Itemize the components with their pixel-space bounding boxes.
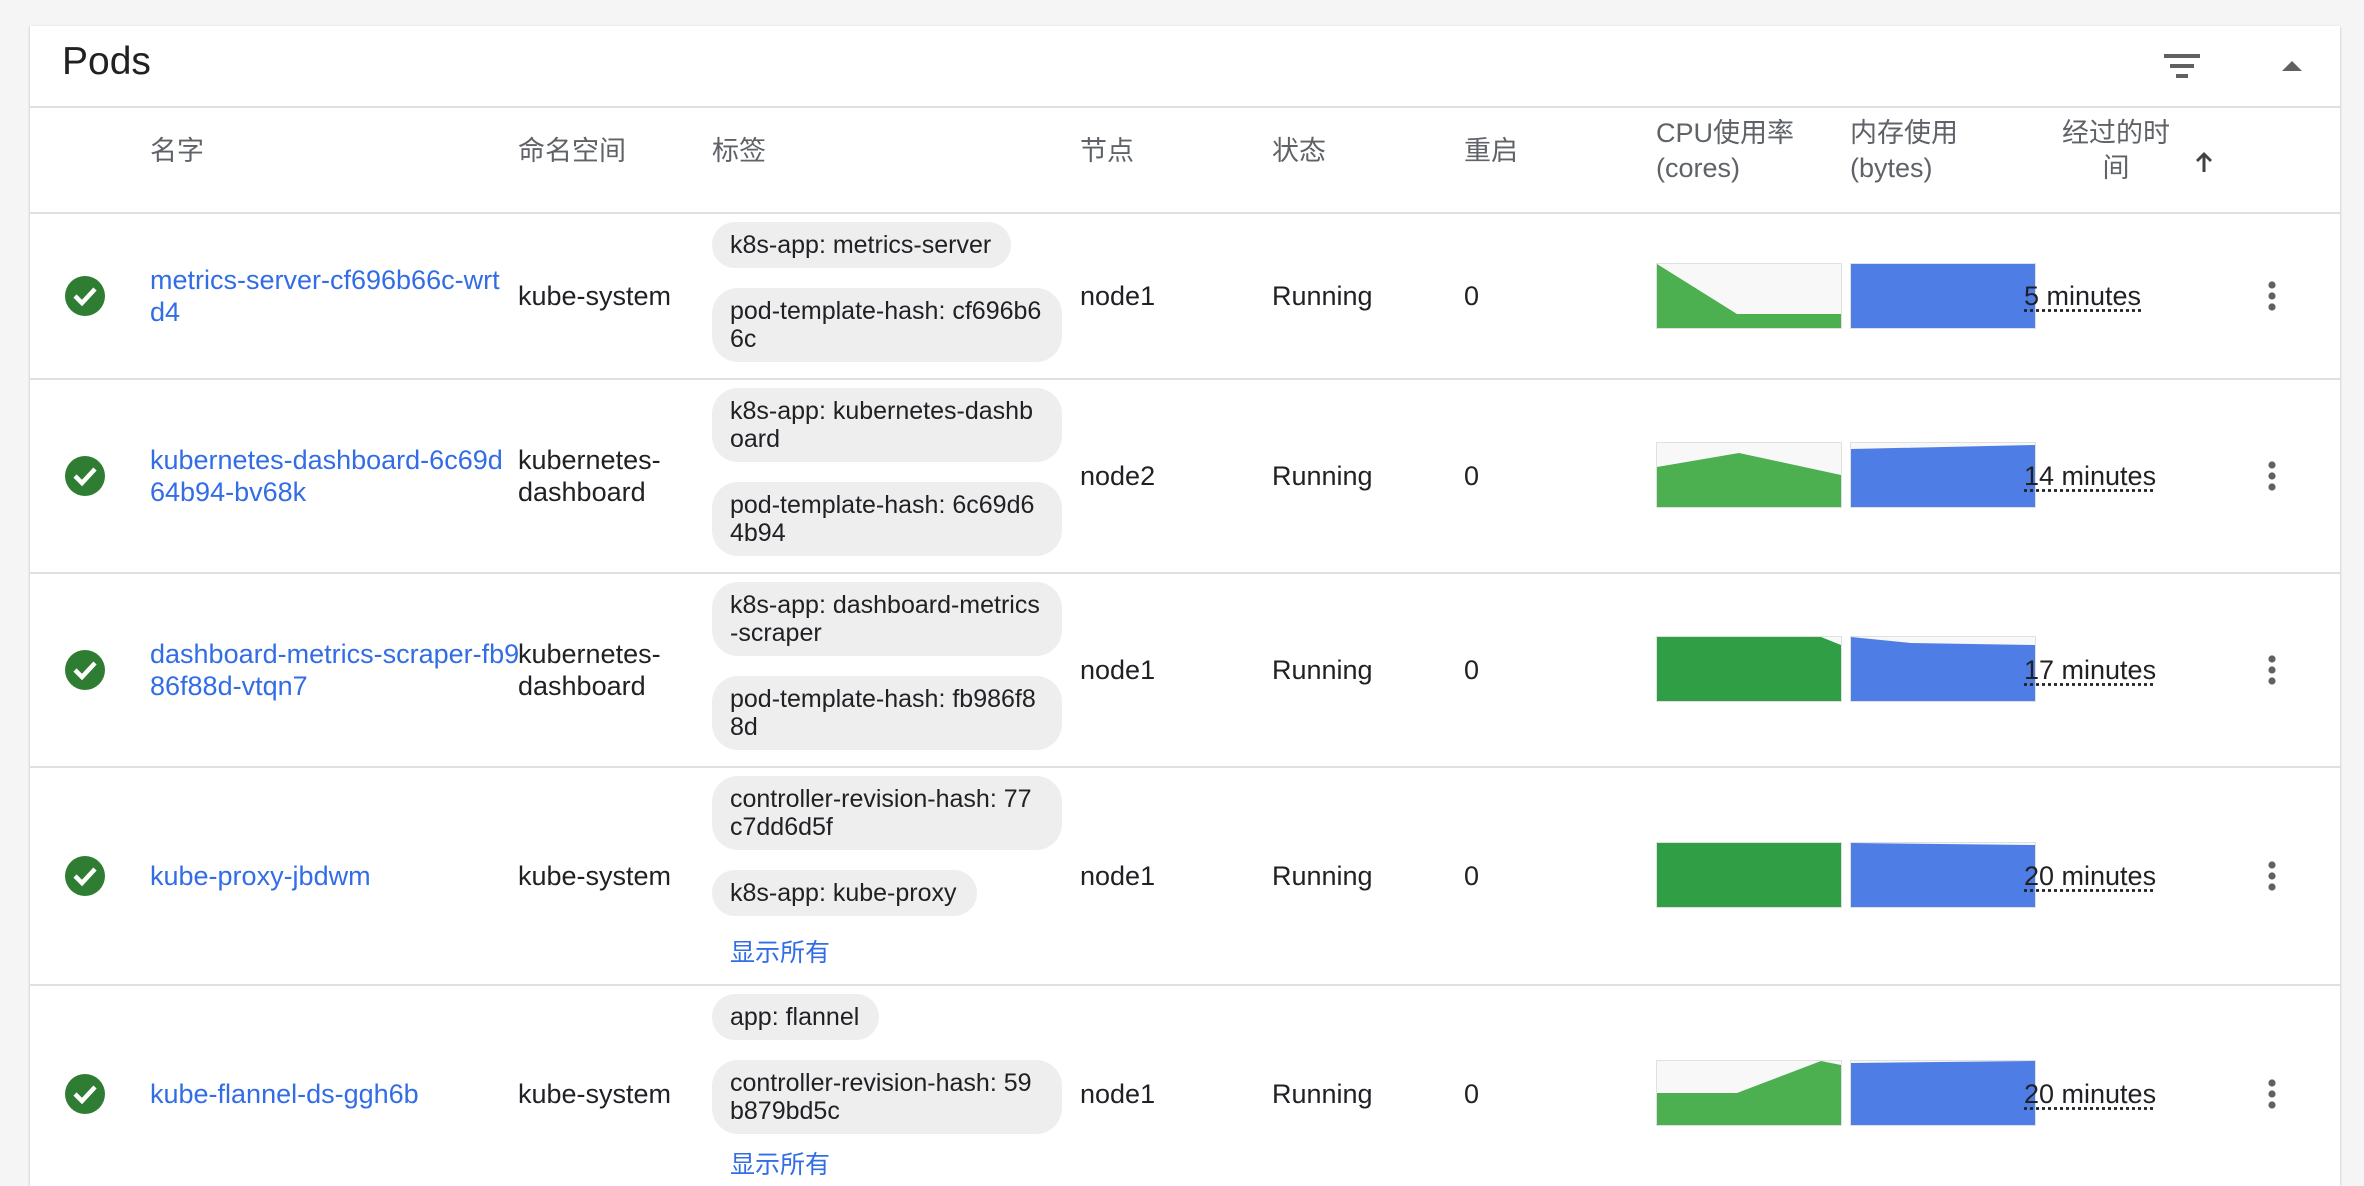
show-all-labels-link[interactable]: 显示所有 — [730, 938, 830, 968]
col-header-memory-line1: 内存使用 — [1850, 118, 1958, 148]
col-header-memory: 内存使用 (bytes) — [1850, 116, 1958, 186]
pod-namespace: kubernetes-dashboard — [518, 445, 661, 507]
col-header-age-line2: 间 — [2102, 153, 2130, 183]
cpu-sparkline — [1656, 1060, 1842, 1126]
more-vert-icon[interactable] — [2252, 856, 2292, 896]
pod-restarts: 0 — [1464, 861, 1480, 891]
pod-namespace: kubernetes-dashboard — [518, 639, 661, 701]
col-header-age[interactable]: 经过的时 间 — [2046, 116, 2186, 186]
check-circle-icon — [65, 456, 105, 496]
col-header-name[interactable]: 名字 — [150, 134, 204, 169]
memory-sparkline — [1850, 1060, 2036, 1126]
memory-sparkline — [1850, 442, 2036, 508]
memory-sparkline — [1850, 636, 2036, 702]
pod-node: node1 — [1080, 655, 1156, 685]
check-circle-icon — [65, 1074, 105, 1114]
cpu-sparkline — [1656, 263, 1842, 329]
label-chip: k8s-app: metrics-server — [712, 222, 1012, 268]
pod-node: node1 — [1080, 281, 1156, 311]
label-chip: controller-revision-hash: 59b879bd5c — [712, 1060, 1062, 1134]
pod-name-link[interactable]: kube-proxy-jbdwm — [150, 860, 510, 892]
label-chip: controller-revision-hash: 77c7dd6d5f — [712, 776, 1062, 850]
col-header-namespace[interactable]: 命名空间 — [518, 134, 626, 169]
card-header: Pods — [30, 26, 2340, 108]
check-circle-icon — [65, 276, 105, 316]
pod-namespace: kube-system — [518, 281, 672, 311]
pod-namespace: kube-system — [518, 861, 672, 891]
pod-age[interactable]: 5 minutes — [2024, 280, 2141, 312]
col-header-memory-line2: (bytes) — [1850, 153, 1933, 183]
label-chip: pod-template-hash: 6c69d64b94 — [712, 482, 1062, 556]
cpu-sparkline — [1656, 842, 1842, 908]
memory-sparkline — [1850, 263, 2036, 329]
label-chip: pod-template-hash: fb986f88d — [712, 676, 1062, 750]
table-row: metrics-server-cf696b66c-wrtd4 kube-syst… — [30, 214, 2340, 380]
label-chip: pod-template-hash: cf696b66c — [712, 288, 1062, 362]
cpu-sparkline — [1656, 636, 1842, 702]
filter-list-icon[interactable] — [2156, 40, 2208, 92]
pod-age[interactable]: 20 minutes — [2024, 860, 2156, 892]
table-row: kube-flannel-ds-ggh6b kube-system app: f… — [30, 986, 2340, 1186]
label-chip: k8s-app: kube-proxy — [712, 870, 977, 916]
pod-status: Running — [1272, 461, 1373, 491]
pod-namespace: kube-system — [518, 1079, 672, 1109]
col-header-cpu-line2: (cores) — [1656, 153, 1741, 183]
more-vert-icon[interactable] — [2252, 276, 2292, 316]
col-header-cpu: CPU使用率 (cores) — [1656, 116, 1794, 186]
col-header-cpu-line1: CPU使用率 — [1656, 118, 1795, 148]
pod-restarts: 0 — [1464, 461, 1480, 491]
table-header: 名字 命名空间 标签 节点 状态 重启 CPU使用率 (cores) 内存使用 … — [30, 108, 2340, 214]
col-header-node[interactable]: 节点 — [1080, 134, 1134, 169]
col-header-age-line1: 经过的时 — [2062, 118, 2170, 148]
pod-age[interactable]: 17 minutes — [2024, 654, 2156, 686]
table-row: kube-proxy-jbdwm kube-system controller-… — [30, 768, 2340, 986]
pod-name-link[interactable]: kubernetes-dashboard-6c69d64b94-bv68k — [150, 444, 510, 508]
arrow-upward-icon[interactable] — [2190, 148, 2218, 176]
card-title: Pods — [62, 40, 151, 83]
pod-restarts: 0 — [1464, 1079, 1480, 1109]
pod-status: Running — [1272, 861, 1373, 891]
more-vert-icon[interactable] — [2252, 1074, 2292, 1114]
label-chip: app: flannel — [712, 994, 880, 1040]
pod-node: node1 — [1080, 861, 1156, 891]
col-header-labels: 标签 — [712, 136, 766, 166]
col-header-status[interactable]: 状态 — [1272, 134, 1326, 169]
pod-status: Running — [1272, 281, 1373, 311]
pod-restarts: 0 — [1464, 655, 1480, 685]
pod-status: Running — [1272, 655, 1373, 685]
memory-sparkline — [1850, 842, 2036, 908]
table-row: dashboard-metrics-scraper-fb986f88d-vtqn… — [30, 574, 2340, 768]
pod-node: node1 — [1080, 1079, 1156, 1109]
pod-status: Running — [1272, 1079, 1373, 1109]
more-vert-icon[interactable] — [2252, 456, 2292, 496]
pods-card: Pods 名字 命名空间 标签 节点 状态 重启 CPU使用率 (cores) … — [30, 26, 2340, 1186]
expand-less-icon[interactable] — [2266, 40, 2318, 92]
cpu-sparkline — [1656, 442, 1842, 508]
pod-name-link[interactable]: dashboard-metrics-scraper-fb986f88d-vtqn… — [150, 638, 522, 702]
pod-age[interactable]: 14 minutes — [2024, 460, 2156, 492]
show-all-labels-link[interactable]: 显示所有 — [730, 1150, 830, 1180]
check-circle-icon — [65, 650, 105, 690]
table-row: kubernetes-dashboard-6c69d64b94-bv68k ku… — [30, 380, 2340, 574]
pod-node: node2 — [1080, 461, 1156, 491]
label-chip: k8s-app: kubernetes-dashboard — [712, 388, 1062, 462]
pod-age[interactable]: 20 minutes — [2024, 1078, 2156, 1110]
pod-restarts: 0 — [1464, 281, 1480, 311]
pod-name-link[interactable]: kube-flannel-ds-ggh6b — [150, 1078, 510, 1110]
more-vert-icon[interactable] — [2252, 650, 2292, 690]
col-header-restarts[interactable]: 重启 — [1464, 134, 1518, 169]
check-circle-icon — [65, 856, 105, 896]
pod-name-link[interactable]: metrics-server-cf696b66c-wrtd4 — [150, 264, 510, 328]
label-chip: k8s-app: dashboard-metrics-scraper — [712, 582, 1062, 656]
